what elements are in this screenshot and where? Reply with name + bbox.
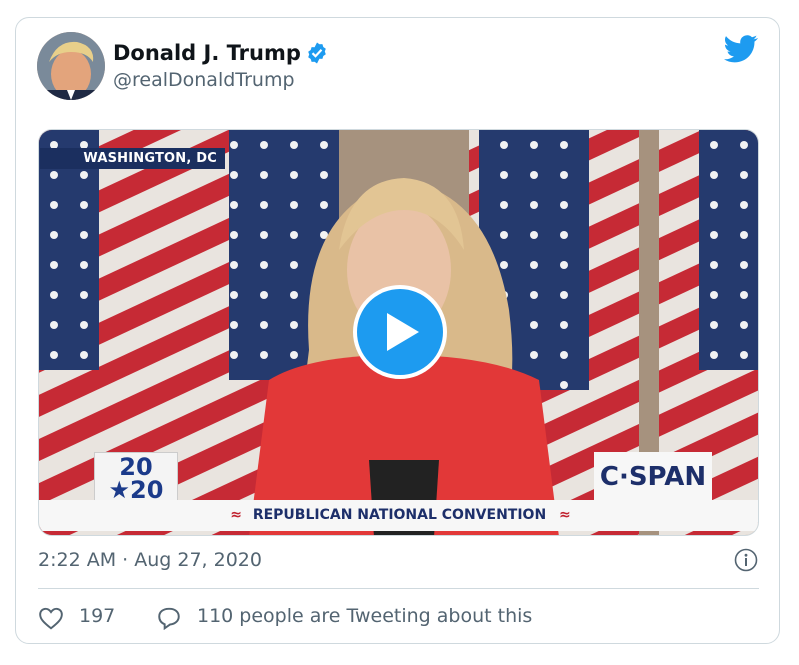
- info-icon[interactable]: [734, 548, 758, 572]
- reply-bubble-icon[interactable]: [156, 606, 182, 630]
- lower-third: ≈ REPUBLICAN NATIONAL CONVENTION ≈: [39, 500, 758, 531]
- twitter-bird-icon[interactable]: [724, 34, 758, 64]
- tweet-card[interactable]: Donald J. Trump @realDonaldTrump WASHING…: [15, 17, 780, 644]
- location-banner: WASHINGTON, DC: [40, 148, 225, 169]
- like-count[interactable]: 197: [79, 604, 115, 628]
- author-name[interactable]: Donald J. Trump: [113, 40, 301, 66]
- flag-mark-icon: ≈: [230, 507, 242, 523]
- author-handle[interactable]: @realDonaldTrump: [113, 68, 295, 92]
- flag-mark-icon: ≈: [559, 507, 571, 523]
- divider: [38, 588, 759, 589]
- rnc-logo-bottom: ★20: [108, 476, 164, 504]
- verified-badge-icon: [308, 42, 326, 64]
- tweeting-count[interactable]: 110 people are Tweeting about this: [197, 604, 532, 628]
- heart-icon[interactable]: [38, 606, 64, 630]
- cspan-logo: C·SPAN: [594, 452, 712, 502]
- video-player[interactable]: WASHINGTON, DC 20 ★20 C·SPAN ≈ REPUBLICA…: [38, 129, 759, 536]
- play-icon: [387, 313, 419, 351]
- play-button[interactable]: [353, 285, 447, 379]
- lower-third-text: REPUBLICAN NATIONAL CONVENTION: [252, 507, 547, 523]
- rnc-2020-logo: 20 ★20: [94, 452, 178, 504]
- avatar[interactable]: [37, 32, 105, 100]
- tweet-timestamp[interactable]: 2:22 AM · Aug 27, 2020: [38, 548, 262, 572]
